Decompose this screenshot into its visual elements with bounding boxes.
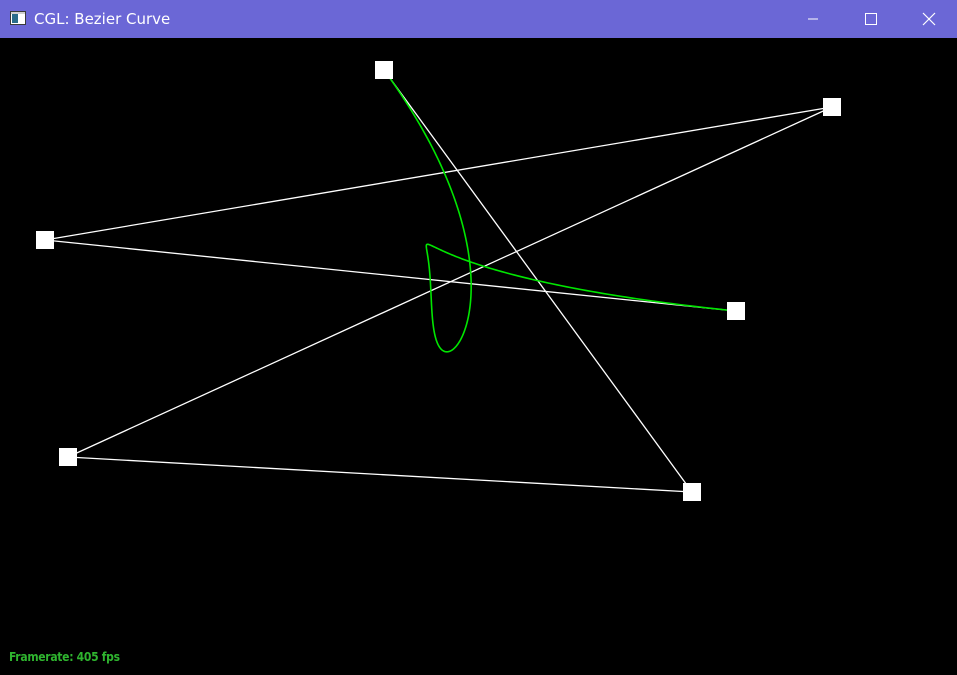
app-window: CGL: Bezier Curve Framerate: 405 fps: [0, 0, 957, 675]
control-point-handle[interactable]: [823, 98, 841, 116]
control-point-handle[interactable]: [59, 448, 77, 466]
maximize-button[interactable]: [842, 0, 900, 38]
close-icon: [922, 12, 935, 26]
close-button[interactable]: [900, 0, 957, 38]
maximize-icon: [865, 13, 877, 25]
minimize-button[interactable]: [784, 0, 842, 38]
control-polygon-segment: [44, 239, 737, 312]
bezier-curve: [383, 69, 737, 353]
control-polygon-segment: [44, 106, 833, 241]
control-point-handle[interactable]: [683, 483, 701, 501]
minimize-icon: [808, 18, 818, 20]
control-polygon-segment: [67, 456, 693, 493]
framerate-label: Framerate: 405 fps: [9, 650, 120, 664]
control-point-handle[interactable]: [375, 61, 393, 79]
render-canvas[interactable]: [0, 38, 957, 675]
control-point-handle[interactable]: [727, 302, 745, 320]
window-title: CGL: Bezier Curve: [34, 10, 171, 28]
bezier-scene[interactable]: [0, 38, 957, 675]
control-point-handle[interactable]: [36, 231, 54, 249]
title-bar[interactable]: CGL: Bezier Curve: [0, 0, 957, 38]
app-icon: [10, 11, 26, 25]
